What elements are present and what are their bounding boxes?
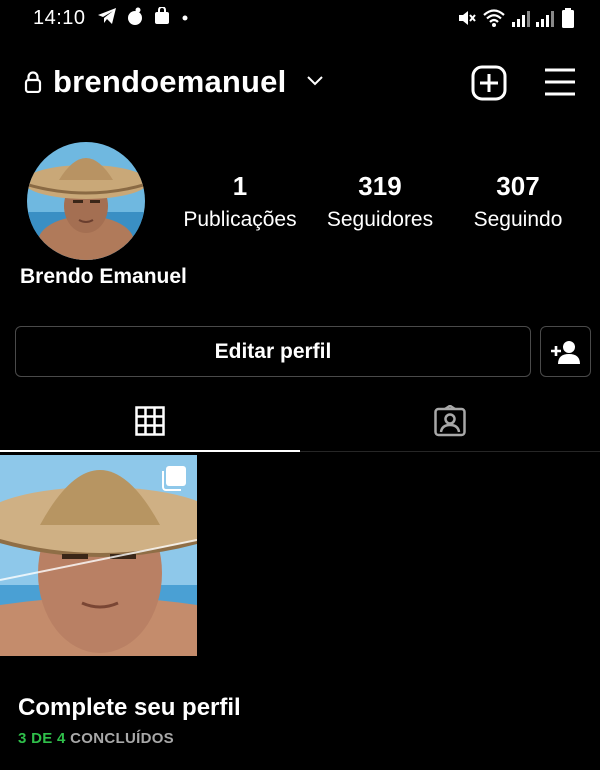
stat-following[interactable]: 307 Seguindo xyxy=(452,170,584,236)
telegram-icon xyxy=(98,8,116,24)
completion-done: 3 DE 4 xyxy=(18,730,66,747)
stat-posts[interactable]: 1 Publicações xyxy=(172,170,308,236)
active-tab-indicator xyxy=(0,450,300,452)
system-icons xyxy=(456,8,574,28)
stat-following-count: 307 xyxy=(496,171,540,201)
discover-people-button[interactable] xyxy=(540,326,591,377)
new-post-icon xyxy=(471,65,507,101)
lock-icon xyxy=(24,71,42,93)
profile-header: brendoemanuel xyxy=(0,58,600,108)
completion-rest: CONCLUÍDOS xyxy=(65,730,174,747)
avatar[interactable] xyxy=(27,142,145,260)
stat-followers-label: Seguidores xyxy=(326,208,434,231)
multiple-media-icon xyxy=(162,466,186,491)
notification-icons xyxy=(97,7,191,25)
bag-icon xyxy=(155,7,169,24)
mute-icon xyxy=(459,11,476,25)
stat-followers-count: 319 xyxy=(358,171,402,201)
status-bar: 14:10 xyxy=(0,0,600,38)
display-name: Brendo Emanuel xyxy=(20,265,187,288)
add-user-icon xyxy=(550,340,580,364)
tab-tagged[interactable] xyxy=(300,390,600,452)
tab-posts-grid[interactable] xyxy=(0,390,300,452)
stat-followers[interactable]: 319 Seguidores xyxy=(314,170,446,236)
completion-progress: 3 DE 4 CONCLUÍDOS xyxy=(18,730,174,747)
stat-following-label: Seguindo xyxy=(473,208,563,231)
status-time: 14:10 xyxy=(33,7,86,29)
stat-posts-label: Publicações xyxy=(183,208,297,231)
notification-icon xyxy=(128,7,142,25)
post-thumbnail[interactable] xyxy=(0,455,197,656)
chevron-down-icon[interactable] xyxy=(307,76,323,86)
complete-profile-title: Complete seu perfil xyxy=(18,694,241,721)
signal-icon xyxy=(512,11,554,27)
wifi-icon xyxy=(483,9,505,27)
username-label[interactable]: brendoemanuel xyxy=(53,64,286,100)
edit-profile-button[interactable]: Editar perfil xyxy=(15,326,531,377)
profile-tabs xyxy=(0,390,600,452)
tagged-icon xyxy=(434,405,466,437)
avatar-photo xyxy=(27,142,145,260)
stat-posts-count: 1 xyxy=(232,171,248,201)
grid-icon xyxy=(135,406,165,436)
menu-button[interactable] xyxy=(544,67,576,102)
dot-icon xyxy=(182,15,188,21)
battery-icon xyxy=(562,8,574,28)
menu-icon xyxy=(545,68,575,96)
new-post-button[interactable] xyxy=(471,65,507,106)
